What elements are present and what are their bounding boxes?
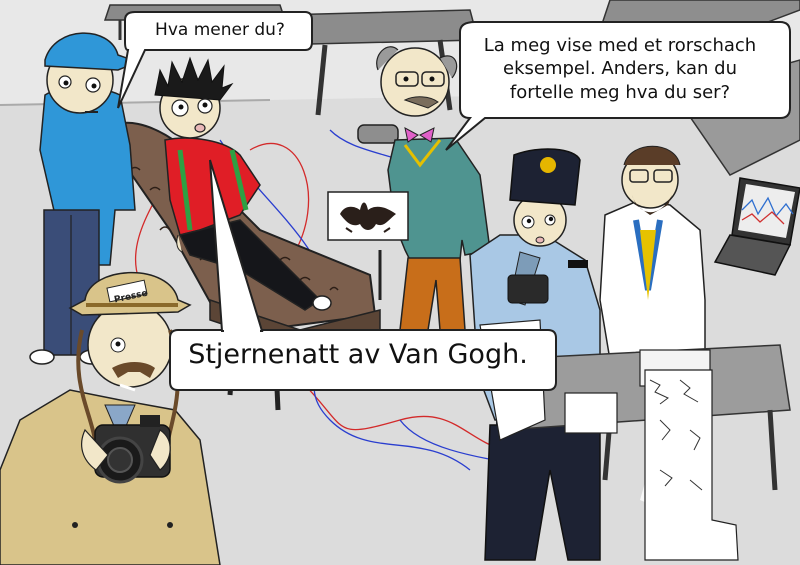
speech-text-doctor: La meg vise med et rorschach eksempel. A…	[483, 35, 757, 103]
rorschach-card	[327, 191, 409, 241]
speech-text-anders: Stjernenatt av Van Gogh.	[188, 339, 528, 370]
speech-text-left: Hva mener du?	[155, 20, 285, 40]
comic-panel: Hva mener du? La meg vise med et rorscha…	[0, 0, 800, 565]
